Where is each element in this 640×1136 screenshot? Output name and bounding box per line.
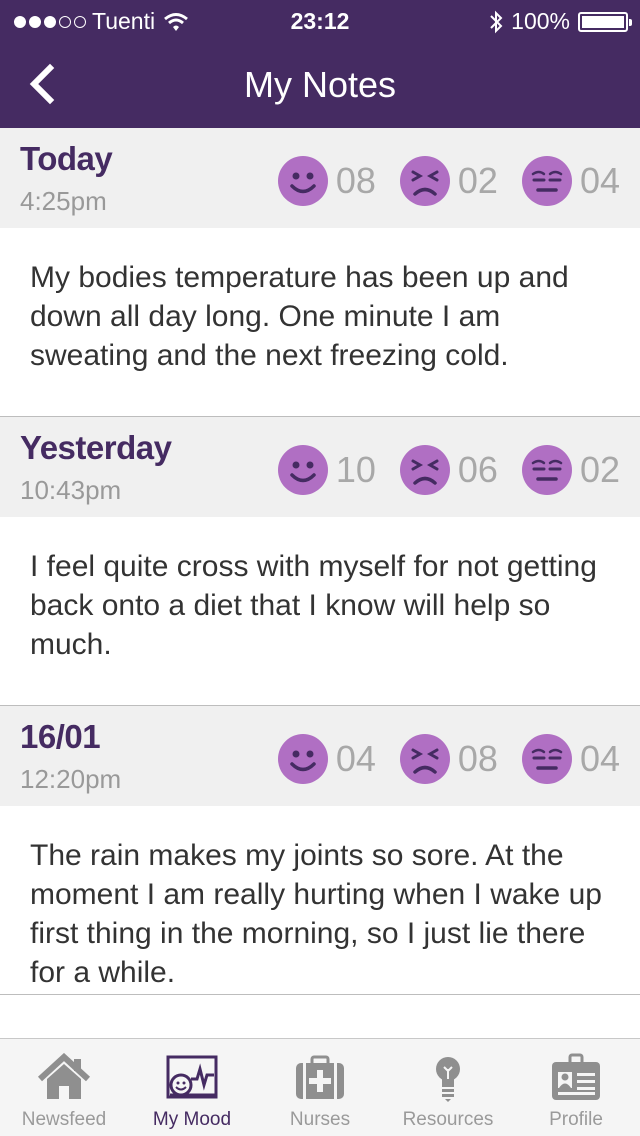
mood-chart-icon [166,1055,218,1099]
note-time: 4:25pm [20,186,107,216]
mood-count: 06 [457,449,498,490]
mood-count: 08 [457,738,498,779]
house-icon [37,1053,91,1099]
note-item[interactable]: 16/01 12:20pm 04 08 04 The rain makes my join… [0,706,640,995]
tab-label: Newsfeed [21,1109,107,1130]
note-text: I feel quite cross with myself for not g… [0,517,640,706]
note-time: 12:20pm [20,764,122,794]
note-header: Yesterday 10:43pm 10 06 02 [0,417,640,517]
note-date: Yesterday [20,429,172,466]
tab-bar: Newsfeed My Mood Nurses Resources Profil… [0,1038,640,1136]
page-title: My Notes [243,64,397,105]
mood-tired: 02 [521,445,620,495]
tired-face-icon [521,156,572,206]
note-date: 16/01 [20,718,101,755]
mood-count: 04 [579,160,620,201]
tab-my-mood[interactable]: My Mood [128,1039,256,1136]
note-text: My bodies temperature has been up and do… [0,228,640,417]
mood-counts: 10 06 02 [254,445,620,495]
tab-label: Nurses [289,1109,351,1130]
upset-face-icon [399,734,450,784]
upset-face-icon [399,156,450,206]
navigation-bar: My Notes [0,40,640,128]
mood-count: 02 [457,160,498,201]
mood-counts: 04 08 04 [254,734,620,784]
note-header: Today 4:25pm 08 02 04 [0,128,640,228]
mood-tired: 04 [521,156,620,206]
upset-face-icon [399,445,450,495]
mood-happy: 04 [277,734,376,784]
battery-icon [578,11,632,32]
mood-count: 10 [335,449,376,490]
tab-newsfeed[interactable]: Newsfeed [0,1039,128,1136]
mood-count: 04 [579,738,620,779]
tab-nurses[interactable]: Nurses [256,1039,384,1136]
mood-happy: 10 [277,445,376,495]
happy-face-icon [277,156,328,206]
mood-upset: 02 [399,156,498,206]
mood-happy: 08 [277,156,376,206]
mood-upset: 08 [399,734,498,784]
lightbulb-icon [436,1057,460,1102]
note-header: 16/01 12:20pm 04 08 04 [0,706,640,806]
mood-count: 08 [335,160,376,201]
happy-face-icon [277,445,328,495]
notes-list: Today 4:25pm 08 02 04 My bodies temperature h… [0,128,640,995]
note-text: The rain makes my joints so sore. At the… [0,806,640,995]
note-item[interactable]: Today 4:25pm 08 02 04 My bodies temperature h… [0,128,640,417]
mood-tired: 04 [521,734,620,784]
happy-face-icon [277,734,328,784]
battery-percent: 100% [511,8,570,34]
tab-label: Profile [549,1109,603,1130]
mood-count: 02 [579,449,620,490]
medical-kit-icon [296,1055,344,1099]
note-time: 10:43pm [20,475,122,505]
mood-count: 04 [335,738,376,779]
tired-face-icon [521,445,572,495]
tab-label: Resources [402,1109,494,1130]
tired-face-icon [521,734,572,784]
status-bar: Tuenti 23:12 100% [0,0,640,40]
tab-resources[interactable]: Resources [384,1039,512,1136]
tab-profile[interactable]: Profile [512,1039,640,1136]
id-card-icon [552,1053,600,1100]
mood-counts: 08 02 04 [254,156,620,206]
note-item[interactable]: Yesterday 10:43pm 10 06 02 I feel quite cross… [0,417,640,706]
note-date: Today [20,140,113,177]
mood-upset: 06 [399,445,498,495]
tab-label: My Mood [152,1109,232,1130]
bluetooth-icon [490,10,503,33]
